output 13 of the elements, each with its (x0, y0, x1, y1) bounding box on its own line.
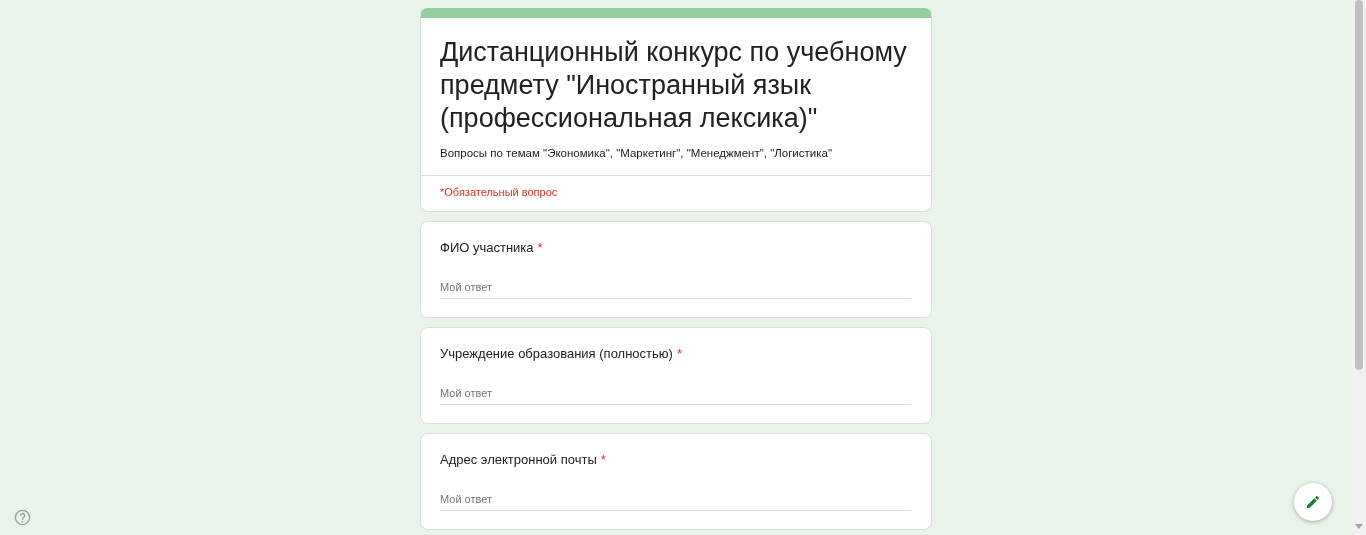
question-label: Учреждение образования (полностью) (440, 346, 673, 361)
form-description: Вопросы по темам "Экономика", "Маркетинг", "Менеджмент", "Логистика" (440, 147, 833, 159)
question-label: ФИО участника (440, 240, 534, 255)
required-mark: * (676, 346, 682, 361)
scrollbar[interactable] (1352, 0, 1366, 535)
pencil-icon (1305, 494, 1321, 510)
required-mark: * (600, 452, 606, 467)
required-mark: * (537, 240, 543, 255)
form-title: Дистанционный конкурс по учебному предмету "Иностранный язык (профессиональная лексика)" (440, 36, 908, 135)
help-icon[interactable] (14, 509, 31, 526)
edit-button[interactable] (1294, 483, 1332, 521)
required-note: *Обязательный вопрос (439, 185, 559, 200)
question-label: Адрес электронной почты (440, 452, 597, 467)
